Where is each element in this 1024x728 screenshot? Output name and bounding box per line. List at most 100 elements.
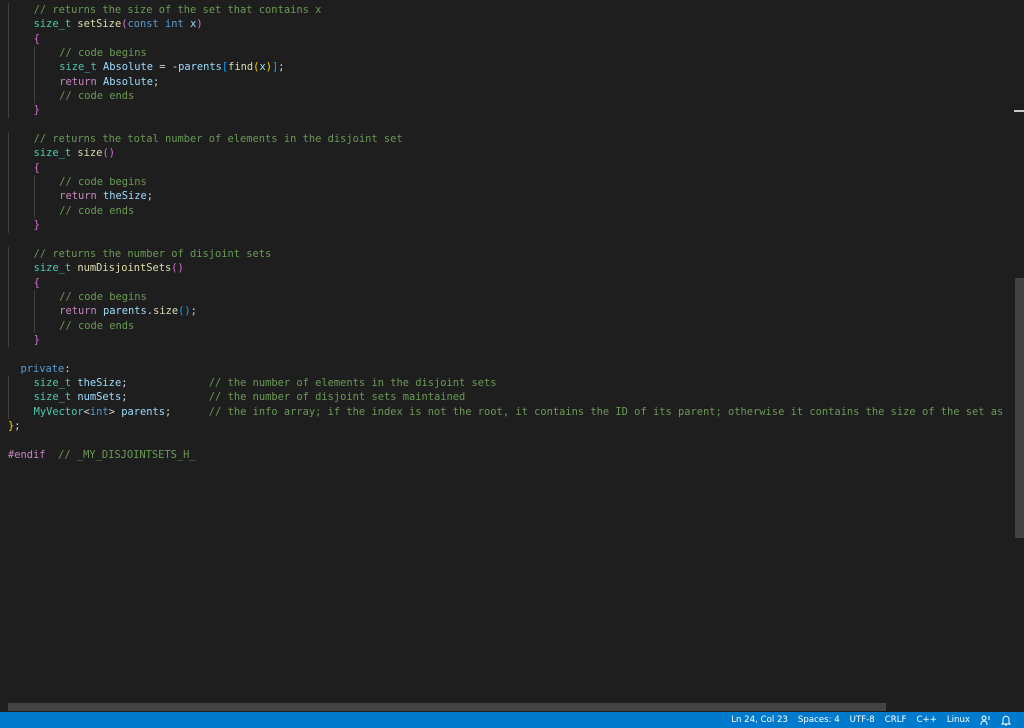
line-ending-setting[interactable]: CRLF — [880, 712, 912, 728]
code-token: } — [33, 219, 40, 232]
code-line[interactable]: { — [0, 160, 1014, 176]
indent-guide — [8, 89, 9, 104]
code-line[interactable]: // code begins — [0, 46, 1014, 61]
code-line[interactable] — [0, 347, 1014, 361]
code-text: // returns the size of the set that cont… — [34, 4, 322, 16]
code-text: // code begins — [59, 176, 147, 188]
code-token: // code begins — [59, 290, 147, 303]
code-text: #endif // _MY_DISJOINTSETS_H_ — [8, 449, 196, 461]
code-token: // code ends — [59, 204, 135, 217]
code-text: } — [34, 219, 40, 231]
code-line[interactable]: }; — [0, 419, 1014, 433]
code-line[interactable]: return theSize; — [0, 189, 1014, 204]
code-text: return theSize; — [59, 190, 153, 202]
indent-guide — [33, 304, 35, 319]
code-token: = - — [153, 61, 179, 74]
code-line[interactable]: return Absolute; — [0, 74, 1014, 90]
code-line[interactable]: size_t setSize(const int x) — [0, 17, 1014, 32]
cursor-position[interactable]: Ln 24, Col 23 — [726, 712, 793, 728]
code-token: parents — [121, 405, 165, 418]
horizontal-scrollbar[interactable] — [0, 702, 1024, 712]
horizontal-scrollbar-thumb[interactable] — [8, 703, 886, 711]
code-line[interactable]: { — [0, 275, 1014, 290]
code-token: numDisjointSets — [77, 262, 172, 275]
code-token: // _MY_DISJOINTSETS_H_ — [58, 448, 196, 461]
code-line[interactable]: // code begins — [0, 175, 1014, 190]
code-token: > — [108, 405, 122, 418]
code-line[interactable]: return parents.size(); — [0, 304, 1014, 319]
code-line[interactable]: // returns the size of the set that cont… — [0, 3, 1014, 18]
indent-guide — [8, 304, 9, 319]
vertical-scrollbar-thumb[interactable] — [1015, 278, 1024, 538]
code-line[interactable]: size_t numSets; // the number of disjoin… — [0, 390, 1014, 405]
code-text: // code begins — [59, 291, 147, 303]
code-token: ; — [153, 75, 160, 88]
code-line[interactable]: // returns the number of disjoint sets — [0, 246, 1014, 262]
code-line[interactable]: // code ends — [0, 203, 1014, 219]
code-line[interactable]: size_t theSize; // the number of element… — [0, 375, 1014, 391]
code-line[interactable]: size_t numDisjointSets() — [0, 261, 1014, 276]
code-text: size_t numSets; // the number of disjoin… — [34, 391, 466, 403]
code-text: size_t setSize(const int x) — [34, 18, 203, 30]
indent-guide — [8, 17, 9, 32]
indent-guide — [8, 218, 9, 233]
code-text: return Absolute; — [59, 76, 159, 88]
code-token: find — [228, 61, 254, 74]
encoding-setting[interactable]: UTF-8 — [845, 712, 880, 728]
code-line[interactable]: } — [0, 332, 1014, 348]
indent-guide — [8, 318, 9, 333]
code-token: theSize — [103, 190, 147, 203]
code-line[interactable]: // code ends — [0, 318, 1014, 333]
indent-guide — [8, 103, 9, 118]
code-text: private: — [8, 363, 71, 375]
code-token: ; — [14, 419, 21, 432]
indent-guide — [8, 175, 9, 190]
indent-guide — [33, 318, 35, 333]
indent-guide — [8, 404, 9, 419]
code-line[interactable] — [0, 433, 1014, 447]
code-line[interactable] — [0, 118, 1014, 132]
code-token: // returns the size of the set that cont… — [33, 4, 322, 16]
indentation-setting[interactable]: Spaces: 4 — [793, 712, 845, 728]
code-text: // returns the total number of elements … — [34, 133, 403, 145]
cursor-ruler-mark — [1014, 110, 1024, 112]
code-line[interactable]: // returns the total number of elements … — [0, 132, 1014, 147]
code-text: } — [34, 334, 40, 346]
code-token: int — [89, 405, 109, 418]
code-line[interactable]: // code begins — [0, 289, 1014, 305]
code-token: ; — [165, 405, 209, 418]
indent-guide — [8, 203, 9, 219]
code-line[interactable]: } — [0, 218, 1014, 233]
code-text: // code begins — [59, 47, 147, 59]
vertical-scrollbar[interactable] — [1014, 0, 1024, 702]
code-token: numSets — [77, 391, 122, 404]
code-editor[interactable]: // returns the size of the set that cont… — [0, 0, 1014, 702]
indent-guide — [8, 146, 9, 161]
indent-guide — [8, 160, 9, 176]
code-token: ; — [278, 61, 285, 74]
code-line[interactable]: // code ends — [0, 89, 1014, 104]
indent-guide — [8, 132, 9, 147]
indent-guide — [8, 74, 9, 90]
feedback-icon[interactable] — [975, 715, 996, 726]
code-text: { — [34, 162, 40, 174]
bell-icon[interactable] — [996, 715, 1016, 726]
code-token: { — [33, 32, 40, 45]
code-token: int — [165, 18, 184, 31]
code-token: parents — [178, 61, 222, 74]
platform-indicator[interactable]: Linux — [942, 712, 975, 728]
indent-guide — [33, 60, 35, 75]
code-lines[interactable]: // returns the size of the set that cont… — [0, 3, 1014, 462]
code-text: // code ends — [59, 90, 134, 102]
code-line[interactable]: #endif // _MY_DISJOINTSETS_H_ — [0, 448, 1014, 462]
code-line[interactable]: private: — [0, 362, 1014, 376]
code-line[interactable]: size_t Absolute = -parents[find(x)]; — [0, 60, 1014, 75]
code-line[interactable] — [0, 233, 1014, 247]
code-line[interactable]: MyVector<int> parents; // the info array… — [0, 404, 1014, 419]
code-line[interactable]: } — [0, 103, 1014, 118]
language-mode[interactable]: C++ — [911, 712, 941, 728]
code-line[interactable]: { — [0, 31, 1014, 47]
code-token: return — [59, 75, 97, 88]
code-line[interactable]: size_t size() — [0, 146, 1014, 161]
